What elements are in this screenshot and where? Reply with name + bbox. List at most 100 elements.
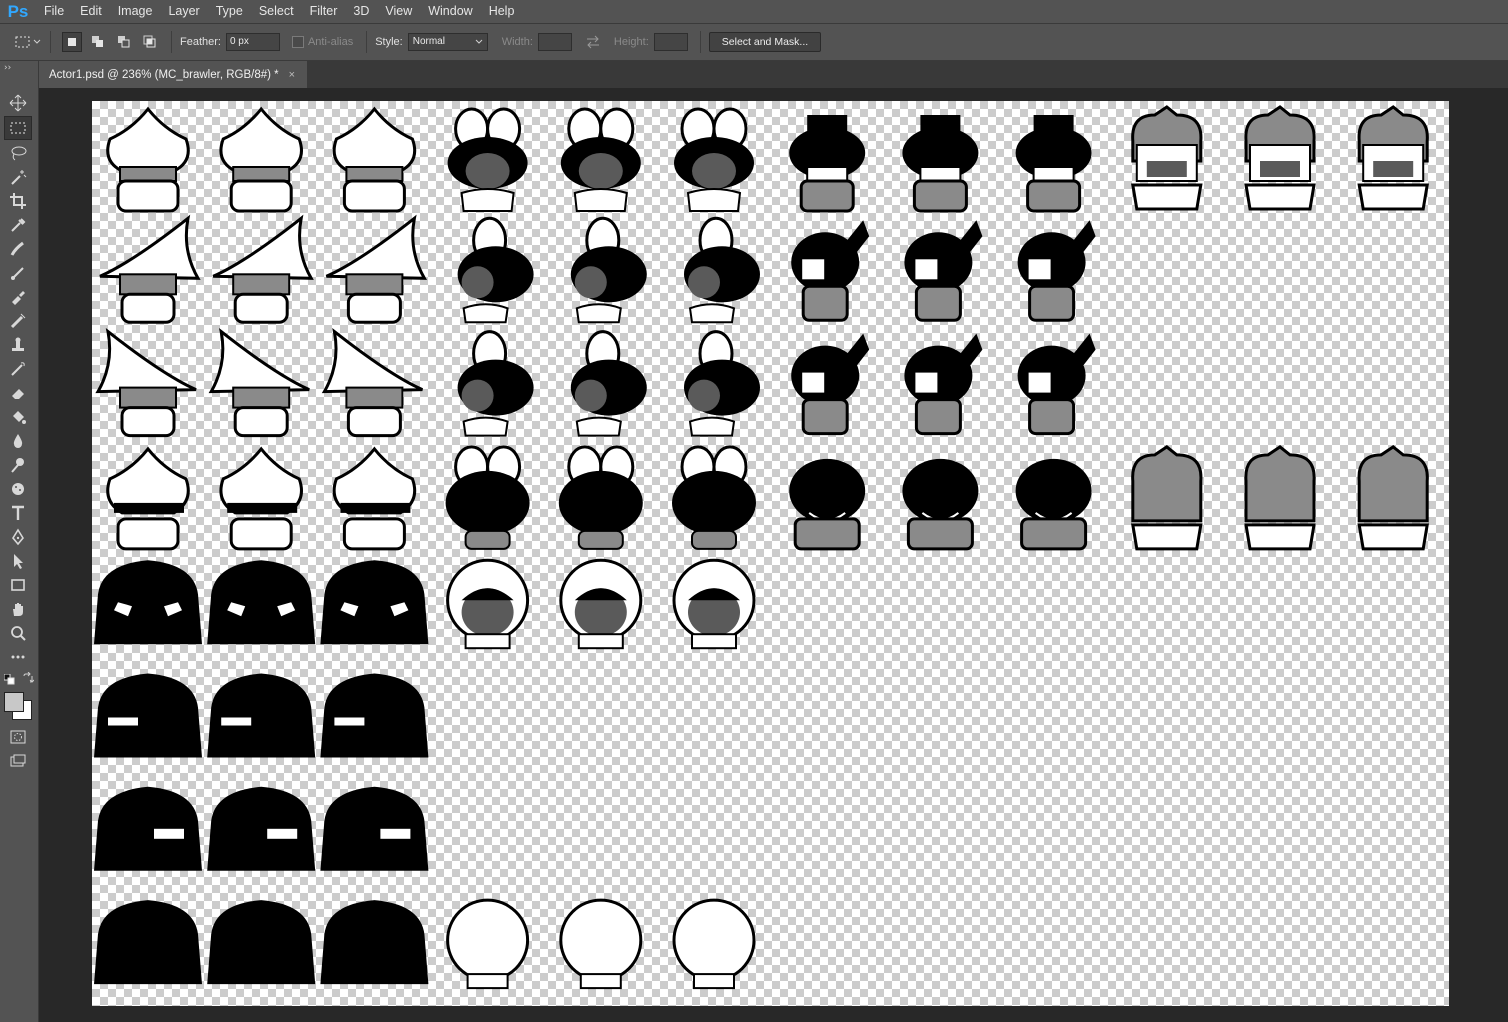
collapse-panel-icon[interactable]: ›› [4,63,11,73]
subtract-selection-icon [118,36,130,48]
new-selection-button[interactable] [62,32,82,52]
sprite-witch-hat-left [212,214,314,324]
intersect-selection-icon [143,35,156,48]
crop-tool[interactable] [4,190,32,212]
art-history-tool[interactable] [4,358,32,380]
path-selection-icon [14,554,23,569]
rect-marquee-icon [15,36,30,48]
swap-colors-icon[interactable] [22,672,34,684]
height-label: Height: [613,36,649,48]
quick-mask-icon [10,730,26,744]
history-brush-tool[interactable] [4,310,32,332]
document-tab[interactable]: Actor1.psd @ 236% (MC_brawler, RGB/8#) *… [39,61,308,88]
menu-3d[interactable]: 3D [345,0,377,23]
hand-tool[interactable] [4,598,32,620]
anti-alias-label: Anti-alias [307,36,354,48]
magic-wand-tool[interactable] [4,166,32,188]
menu-file[interactable]: File [36,0,72,23]
crop-icon [10,193,26,209]
document-tab-title: Actor1.psd @ 236% (MC_brawler, RGB/8#) * [49,68,279,81]
sprite-ponytail-side [791,333,870,436]
document-tabs: Actor1.psd @ 236% (MC_brawler, RGB/8#) *… [39,61,1508,88]
sprite-dark-hair [902,115,979,213]
menu-bar: Ps File Edit Image Layer Type Select Fil… [0,0,1508,24]
pen-tool[interactable] [4,526,32,548]
lasso-tool[interactable] [4,142,32,164]
chevron-down-icon [33,39,41,44]
menu-edit[interactable]: Edit [72,0,110,23]
eyedropper-tool[interactable] [4,214,32,236]
path-selection-tool[interactable] [4,550,32,572]
menu-image[interactable]: Image [110,0,161,23]
brush-tool[interactable] [4,262,32,284]
blur-tool[interactable] [4,430,32,452]
sprite-bow-girl [447,107,528,212]
eraser-tool[interactable] [4,382,32,404]
healing-brush-tool[interactable] [4,238,32,260]
sprite-onion [219,106,303,213]
height-input[interactable] [653,33,688,51]
menu-help[interactable]: Help [481,0,523,23]
clone-stamp-tool[interactable] [4,286,32,308]
sprite-witch-hat-left [99,214,201,324]
color-swatches [0,690,38,724]
menu-type[interactable]: Type [208,0,251,23]
paint-bucket-tool[interactable] [4,406,32,428]
rect-marquee-icon [10,122,26,134]
more-tools[interactable] [4,646,32,668]
feather-label: Feather: [180,36,221,48]
width-input[interactable] [537,33,572,51]
menu-select[interactable]: Select [251,0,302,23]
sprite-bow-girl-side [570,330,647,437]
anti-alias-checkbox[interactable] [291,36,304,48]
sprite-shadow-blob-back [207,900,316,985]
sprite-dark-hair [1015,115,1092,213]
swap-dimensions-icon[interactable] [584,35,602,49]
sprite-bow-girl-side [684,216,760,324]
sprite-bow-girl-side [457,216,534,324]
type-tool[interactable] [4,502,32,524]
menu-window[interactable]: Window [420,0,480,23]
dodge-tool[interactable] [4,454,32,476]
foreground-color-swatch[interactable] [4,692,24,712]
add-selection-button[interactable] [88,32,108,52]
quick-mask-button[interactable] [4,726,32,748]
new-selection-icon [68,38,76,46]
sprite-onion-back [106,446,190,551]
rectangle-tool[interactable] [4,574,32,596]
intersect-selection-button[interactable] [140,32,160,52]
tool-preset-picker[interactable] [14,34,42,50]
options-bar: Feather: 0 px Anti-alias Style: Normal W… [0,24,1508,61]
feather-input[interactable]: 0 px [225,33,280,51]
sprite-bubble-kid [559,558,643,650]
document-canvas[interactable] [92,101,1449,1006]
sprite-shadow-blob-left [94,673,202,758]
style-select[interactable]: Normal [407,33,488,51]
zoom-tool[interactable] [4,622,32,644]
rectangle-shape-icon [11,579,25,591]
sprite-witch-hat-right [95,327,197,438]
sponge-icon [12,483,24,495]
add-selection-icon [92,36,103,47]
sprite-bow-girl-side [570,216,647,324]
style-label: Style: [375,36,403,48]
rect-marquee-tool[interactable] [4,116,32,140]
history-brush-icon [10,313,26,329]
screen-mode-button[interactable] [4,750,32,772]
close-tab-icon[interactable]: × [289,69,295,81]
menu-filter[interactable]: Filter [302,0,346,23]
sprite-onion [332,106,417,213]
move-tool[interactable] [4,92,32,114]
menu-layer[interactable]: Layer [160,0,207,23]
subtract-selection-button[interactable] [114,32,134,52]
art-history-brush-icon [11,362,25,376]
menu-view[interactable]: View [377,0,420,23]
sprite-witch-hat-right [208,327,310,438]
sprite-ponytail-side [1017,333,1096,436]
default-colors-icon[interactable] [4,674,16,686]
select-and-mask-button[interactable]: Select and Mask... [708,32,822,52]
sponge-tool[interactable] [4,478,32,500]
stamp-tool[interactable] [4,334,32,356]
sprite-bow-girl-side [684,330,760,437]
photoshop-logo[interactable]: Ps [0,0,36,23]
